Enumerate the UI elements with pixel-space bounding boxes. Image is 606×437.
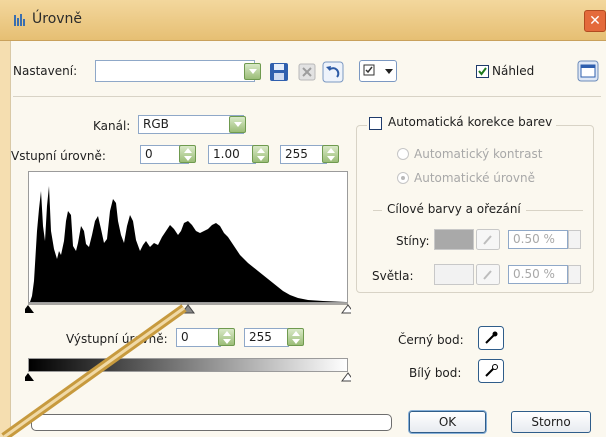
overlay-stroke (1, 304, 187, 437)
